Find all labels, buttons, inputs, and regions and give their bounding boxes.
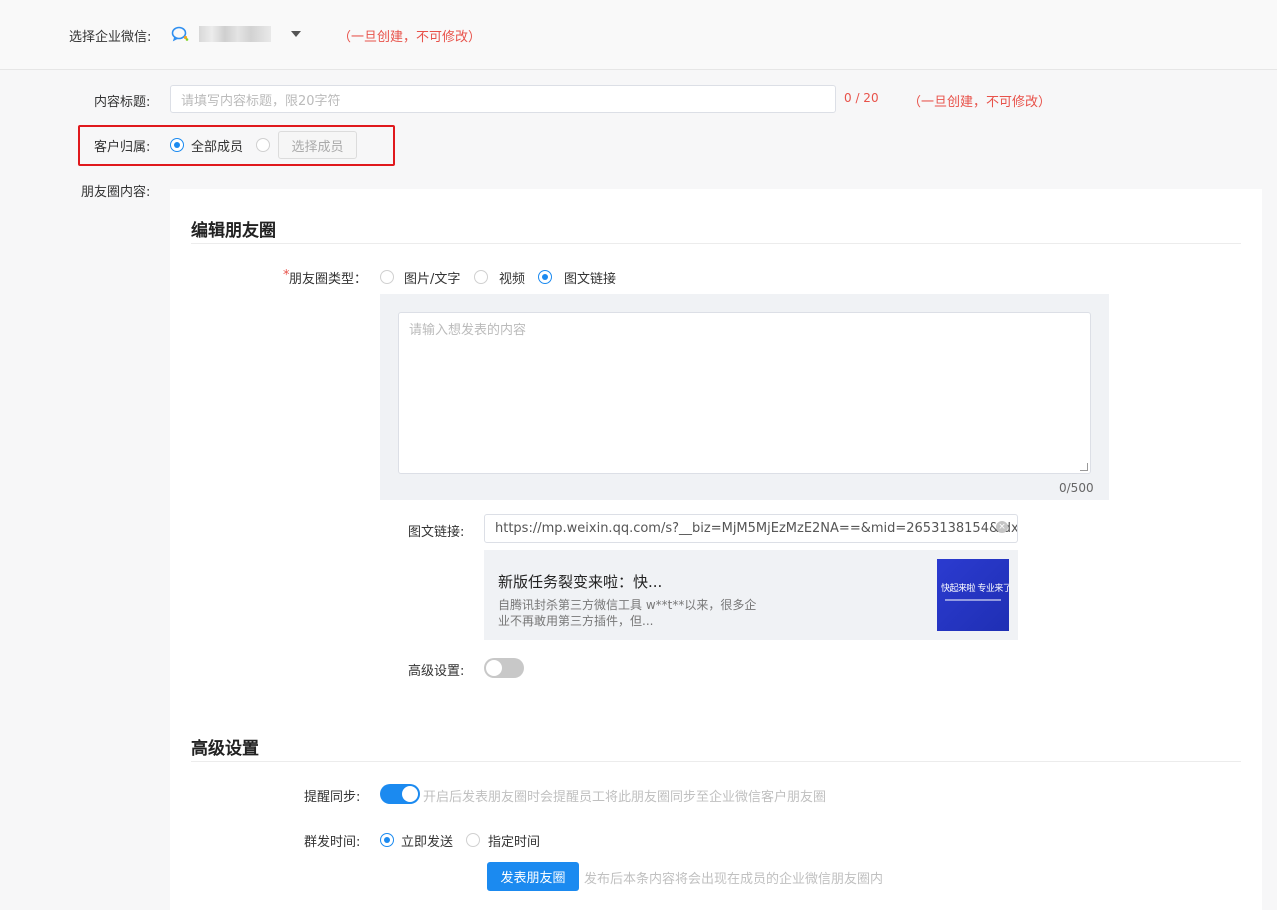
edit-moments-heading: 编辑朋友圈 xyxy=(191,221,276,241)
divider xyxy=(191,243,1241,244)
type-image-text-radio[interactable] xyxy=(380,270,394,284)
remind-sync-switch[interactable] xyxy=(380,784,420,804)
clear-icon[interactable]: × xyxy=(996,521,1008,533)
content-title-label: 内容标题: xyxy=(94,95,151,110)
card-title: 新版任务裂变来啦：快... xyxy=(498,573,663,591)
type-image-text-label[interactable]: 图片/文字 xyxy=(404,268,460,287)
card-description: 自腾讯封杀第三方微信工具 w**t**以来，很多企业不再敢用第三方插件，但... xyxy=(498,598,757,628)
chevron-down-icon[interactable] xyxy=(291,31,301,37)
send-now-radio[interactable] xyxy=(380,833,394,847)
thumbnail-subline xyxy=(945,599,1001,601)
remind-sync-label: 提醒同步: xyxy=(304,790,361,805)
link-preview-card[interactable]: 新版任务裂变来啦：快... 自腾讯封杀第三方微信工具 w**t**以来，很多企业… xyxy=(484,550,1018,640)
publish-moments-button[interactable]: 发表朋友圈 xyxy=(487,862,579,891)
advanced-settings-heading: 高级设置 xyxy=(191,739,259,759)
content-char-counter: 0/500 xyxy=(1059,481,1094,495)
link-url-input[interactable]: https://mp.weixin.qq.com/s?__biz=MjM5MjE… xyxy=(484,514,1018,543)
corp-select-bar: 选择企业微信: （一旦创建，不可修改） xyxy=(0,0,1277,70)
switch-knob xyxy=(402,786,418,802)
link-label: 图文链接: xyxy=(408,525,465,540)
resize-handle-icon[interactable] xyxy=(1080,463,1088,471)
moments-type-label: 朋友圈类型： xyxy=(289,272,368,287)
type-video-radio[interactable] xyxy=(474,270,488,284)
select-members-button[interactable]: 选择成员 xyxy=(278,131,357,159)
owner-select-radio[interactable] xyxy=(256,138,270,152)
send-now-label[interactable]: 立即发送 xyxy=(401,831,453,850)
type-video-label[interactable]: 视频 xyxy=(499,268,525,287)
divider xyxy=(191,761,1241,762)
type-link-radio[interactable] xyxy=(538,270,552,284)
advanced-toggle-switch[interactable] xyxy=(484,658,524,678)
title-immutable-note: （一旦创建，不可修改） xyxy=(908,95,1052,110)
content-textarea[interactable]: 请输入想发表的内容 xyxy=(398,312,1091,474)
owner-label: 客户归属: xyxy=(94,140,151,155)
remind-sync-hint: 开启后发表朋友圈时会提醒员工将此朋友圈同步至企业微信客户朋友圈 xyxy=(423,790,827,805)
thumbnail-text: 快起来啦 专业来了 xyxy=(941,584,1009,594)
advanced-toggle-label: 高级设置: xyxy=(408,664,465,679)
scheduled-time-radio[interactable] xyxy=(466,833,480,847)
moments-content-label: 朋友圈内容: xyxy=(81,185,151,200)
corp-select-label: 选择企业微信: xyxy=(69,30,152,45)
owner-all-radio[interactable] xyxy=(170,138,184,152)
publish-hint: 发布后本条内容将会出现在成员的企业微信朋友圈内 xyxy=(584,872,884,887)
type-link-label[interactable]: 图文链接 xyxy=(564,268,616,287)
content-title-input[interactable]: 请填写内容标题，限20字符 xyxy=(170,85,836,113)
send-time-label: 群发时间: xyxy=(304,835,361,850)
content-placeholder: 请输入想发表的内容 xyxy=(409,323,527,338)
corp-name-redacted[interactable] xyxy=(199,26,271,42)
corp-immutable-note: （一旦创建，不可修改） xyxy=(338,30,482,45)
title-char-counter: 0 / 20 xyxy=(844,91,879,105)
owner-all-label[interactable]: 全部成员 xyxy=(191,136,243,155)
wecom-logo-icon xyxy=(171,26,189,42)
scheduled-time-label[interactable]: 指定时间 xyxy=(488,831,540,850)
switch-knob xyxy=(486,660,502,676)
card-thumbnail: 快起来啦 专业来了 xyxy=(937,559,1009,631)
